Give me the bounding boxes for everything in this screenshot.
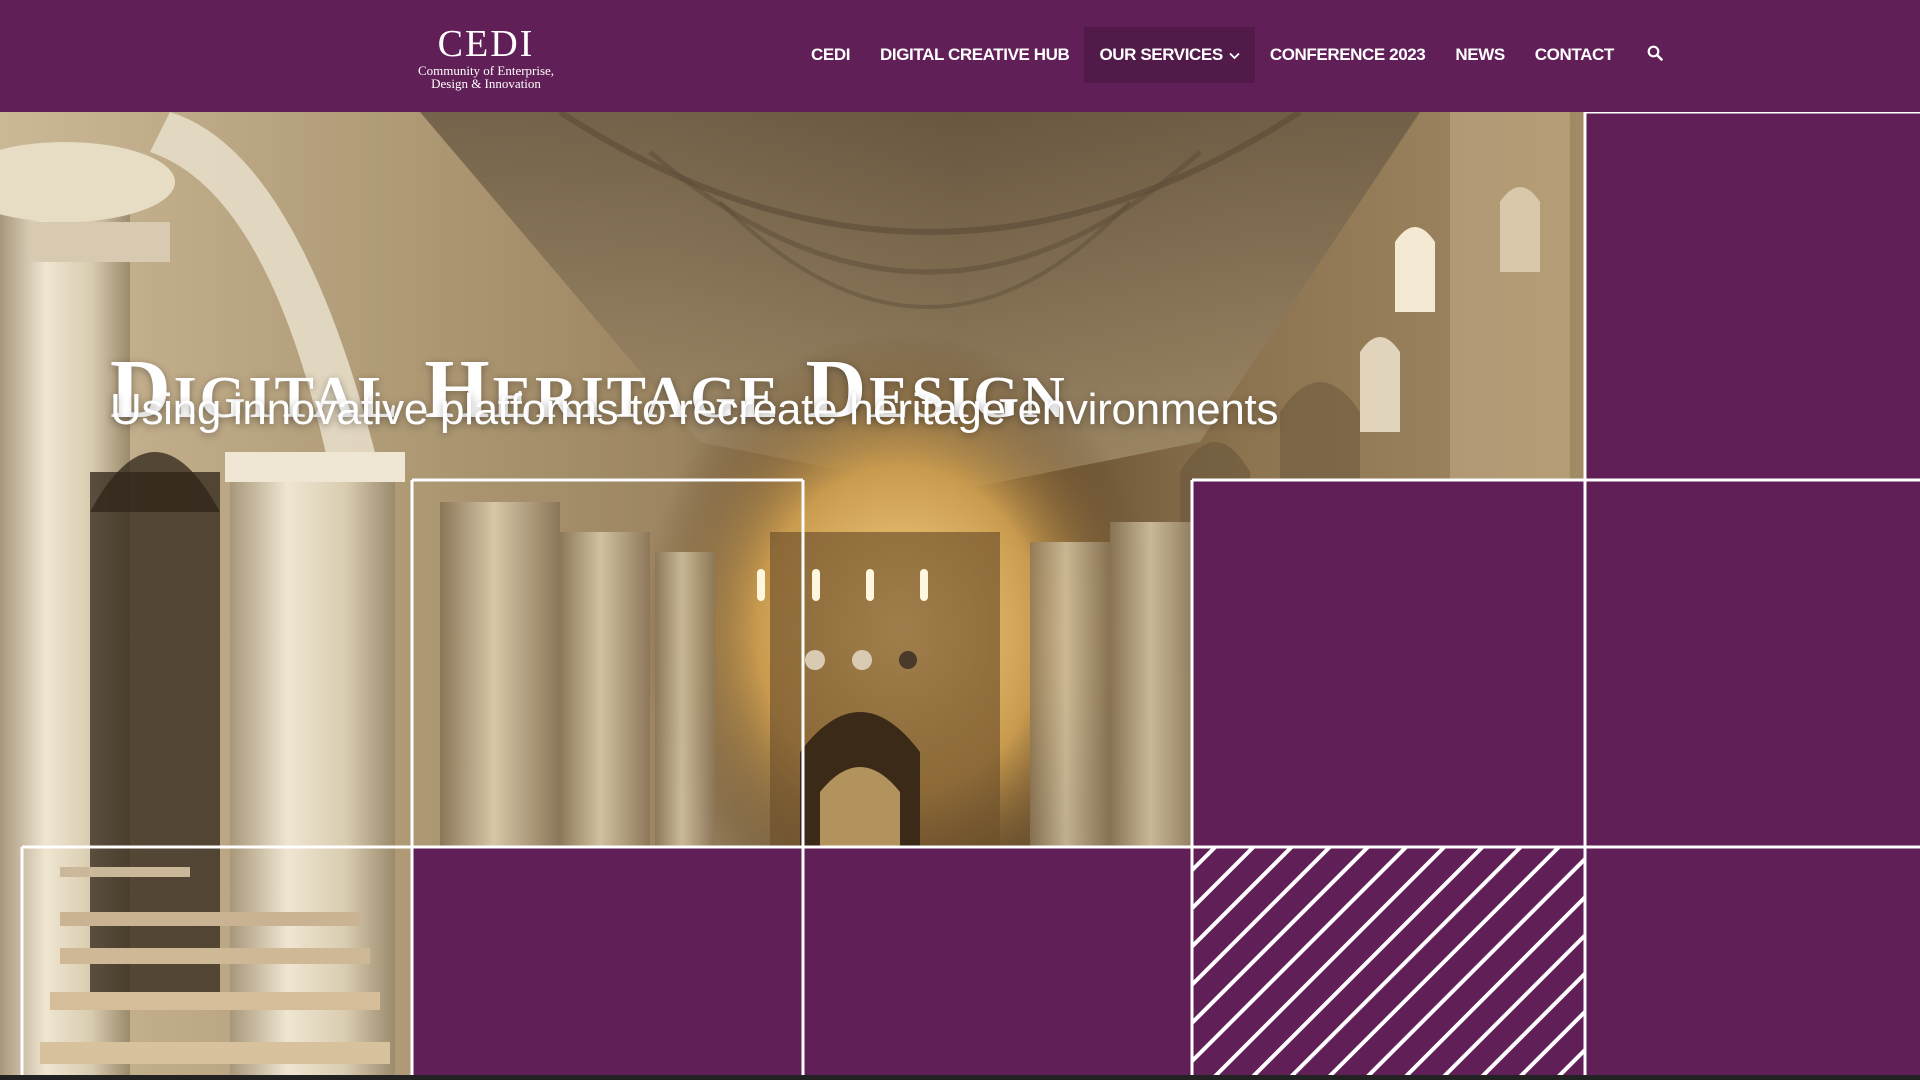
search-icon bbox=[1647, 45, 1663, 66]
nav-item-digital-creative-hub[interactable]: DIGITAL CREATIVE HUB bbox=[865, 27, 1084, 83]
nav-item-contact[interactable]: CONTACT bbox=[1520, 27, 1629, 83]
hero-banner: Digital Heritage Design Using innovative… bbox=[0, 112, 1920, 1075]
nav-item-label: DIGITAL CREATIVE HUB bbox=[880, 45, 1070, 64]
nav-item-label: NEWS bbox=[1455, 45, 1505, 64]
nav-item-label: CONFERENCE 2023 bbox=[1269, 45, 1426, 64]
nav-item-cedi[interactable]: CEDI bbox=[796, 27, 865, 83]
logo-wordmark: CEDI bbox=[437, 23, 535, 65]
search-button[interactable] bbox=[1629, 27, 1681, 83]
site-logo[interactable]: CEDI Community of Enterprise, Design & I… bbox=[392, 22, 592, 94]
site-header: CEDI Community of Enterprise, Design & I… bbox=[0, 0, 1920, 112]
main-navigation: CEDI DIGITAL CREATIVE HUB OUR SERVICES C… bbox=[796, 27, 1681, 83]
logo-tagline-line2: Design & Innovation bbox=[431, 76, 541, 91]
nav-item-news[interactable]: NEWS bbox=[1440, 27, 1519, 83]
nav-item-label: CONTACT bbox=[1534, 45, 1614, 64]
nav-item-our-services[interactable]: OUR SERVICES bbox=[1084, 27, 1255, 83]
nav-item-label: CEDI bbox=[811, 45, 851, 64]
nav-item-label: OUR SERVICES bbox=[1099, 45, 1223, 64]
logo-tagline: Community of Enterprise, Design & Innova… bbox=[392, 64, 580, 90]
nav-item-conference-2023[interactable]: CONFERENCE 2023 bbox=[1255, 27, 1441, 83]
page-bottom-edge bbox=[0, 1075, 1920, 1080]
hero-subtitle: Using innovative platforms to recreate h… bbox=[110, 385, 1279, 434]
decorative-tile-grid bbox=[20, 112, 1920, 1075]
chevron-down-icon bbox=[1229, 49, 1240, 63]
